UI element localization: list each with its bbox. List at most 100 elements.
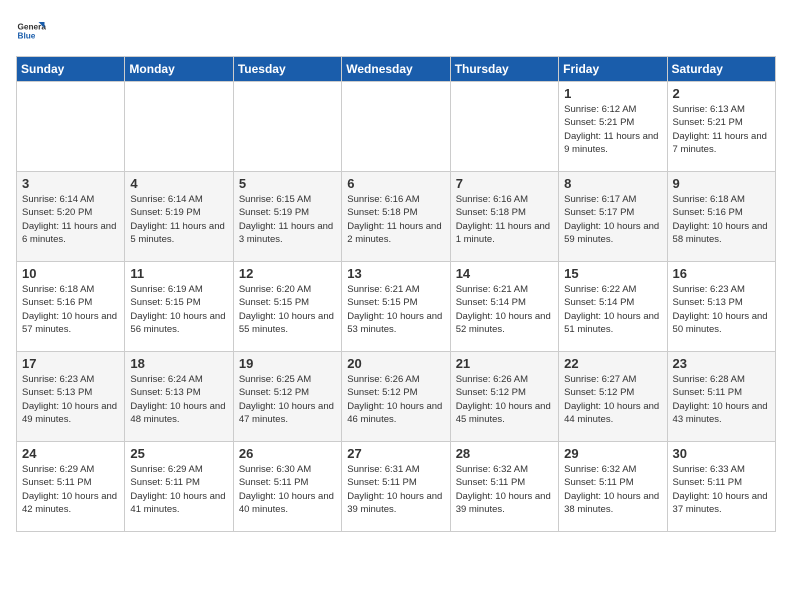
day-number: 21: [456, 356, 553, 371]
calendar-cell: 15Sunrise: 6:22 AM Sunset: 5:14 PM Dayli…: [559, 262, 667, 352]
day-info: Sunrise: 6:12 AM Sunset: 5:21 PM Dayligh…: [564, 103, 661, 156]
calendar-row: 3 Sunrise: 6:14 AM Sunset: 5:20 PM Daylig…: [17, 172, 776, 262]
day-info: Sunrise: 6:16 AM Sunset: 5:18 PM Dayligh…: [456, 193, 553, 246]
calendar-cell: [125, 82, 233, 172]
day-info: Sunrise: 6:27 AM Sunset: 5:12 PM Dayligh…: [564, 373, 661, 426]
day-number: 1: [564, 86, 661, 101]
day-number: 11: [130, 266, 227, 281]
day-info: Sunrise: 6:19 AM Sunset: 5:15 PM Dayligh…: [130, 283, 227, 336]
day-number: 30: [673, 446, 770, 461]
page-header: General Blue: [16, 16, 776, 46]
calendar-cell: 8 Sunrise: 6:17 AM Sunset: 5:17 PM Daylig…: [559, 172, 667, 262]
calendar-cell: [17, 82, 125, 172]
day-info: Sunrise: 6:28 AM Sunset: 5:11 PM Dayligh…: [673, 373, 770, 426]
calendar-cell: 7 Sunrise: 6:16 AM Sunset: 5:18 PM Daylig…: [450, 172, 558, 262]
day-info: Sunrise: 6:33 AM Sunset: 5:11 PM Dayligh…: [673, 463, 770, 516]
calendar-cell: 28 Sunrise: 6:32 AM Sunset: 5:11 PM Dayli…: [450, 442, 558, 532]
day-info: Sunrise: 6:32 AM Sunset: 5:11 PM Dayligh…: [456, 463, 553, 516]
header-day: Sunday: [17, 57, 125, 82]
calendar-cell: [450, 82, 558, 172]
day-number: 24: [22, 446, 119, 461]
day-number: 19: [239, 356, 336, 371]
day-info: Sunrise: 6:23 AM Sunset: 5:13 PM Dayligh…: [22, 373, 119, 426]
day-info: Sunrise: 6:14 AM Sunset: 5:20 PM Dayligh…: [22, 193, 119, 246]
calendar-cell: 25Sunrise: 6:29 AM Sunset: 5:11 PM Dayli…: [125, 442, 233, 532]
day-number: 7: [456, 176, 553, 191]
calendar-cell: 5 Sunrise: 6:15 AM Sunset: 5:19 PM Daylig…: [233, 172, 341, 262]
calendar-cell: 2 Sunrise: 6:13 AM Sunset: 5:21 PM Daylig…: [667, 82, 775, 172]
calendar-cell: 12 Sunrise: 6:20 AM Sunset: 5:15 PM Dayli…: [233, 262, 341, 352]
day-number: 8: [564, 176, 661, 191]
day-info: Sunrise: 6:21 AM Sunset: 5:15 PM Dayligh…: [347, 283, 444, 336]
day-info: Sunrise: 6:15 AM Sunset: 5:19 PM Dayligh…: [239, 193, 336, 246]
header-day: Saturday: [667, 57, 775, 82]
day-info: Sunrise: 6:18 AM Sunset: 5:16 PM Dayligh…: [673, 193, 770, 246]
calendar-cell: 13 Sunrise: 6:21 AM Sunset: 5:15 PM Dayli…: [342, 262, 450, 352]
day-number: 27: [347, 446, 444, 461]
header-day: Friday: [559, 57, 667, 82]
day-number: 16: [673, 266, 770, 281]
day-number: 14: [456, 266, 553, 281]
calendar-cell: 19Sunrise: 6:25 AM Sunset: 5:12 PM Dayli…: [233, 352, 341, 442]
day-number: 17: [22, 356, 119, 371]
day-info: Sunrise: 6:29 AM Sunset: 5:11 PM Dayligh…: [22, 463, 119, 516]
day-number: 6: [347, 176, 444, 191]
calendar-cell: 11 Sunrise: 6:19 AM Sunset: 5:15 PM Dayli…: [125, 262, 233, 352]
calendar-cell: 10 Sunrise: 6:18 AM Sunset: 5:16 PM Dayli…: [17, 262, 125, 352]
header-day: Wednesday: [342, 57, 450, 82]
header-day: Thursday: [450, 57, 558, 82]
svg-text:Blue: Blue: [18, 32, 36, 41]
calendar-cell: 6 Sunrise: 6:16 AM Sunset: 5:18 PM Daylig…: [342, 172, 450, 262]
day-info: Sunrise: 6:30 AM Sunset: 5:11 PM Dayligh…: [239, 463, 336, 516]
day-number: 12: [239, 266, 336, 281]
calendar-row: 24 Sunrise: 6:29 AM Sunset: 5:11 PM Dayli…: [17, 442, 776, 532]
header-day: Tuesday: [233, 57, 341, 82]
calendar-cell: 20 Sunrise: 6:26 AM Sunset: 5:12 PM Dayli…: [342, 352, 450, 442]
day-info: Sunrise: 6:20 AM Sunset: 5:15 PM Dayligh…: [239, 283, 336, 336]
day-number: 20: [347, 356, 444, 371]
logo: General Blue: [16, 16, 50, 46]
calendar-row: 17 Sunrise: 6:23 AM Sunset: 5:13 PM Dayli…: [17, 352, 776, 442]
calendar-cell: 21 Sunrise: 6:26 AM Sunset: 5:12 PM Dayli…: [450, 352, 558, 442]
day-number: 9: [673, 176, 770, 191]
day-info: Sunrise: 6:26 AM Sunset: 5:12 PM Dayligh…: [347, 373, 444, 426]
day-number: 3: [22, 176, 119, 191]
calendar-cell: 17 Sunrise: 6:23 AM Sunset: 5:13 PM Dayli…: [17, 352, 125, 442]
day-info: Sunrise: 6:13 AM Sunset: 5:21 PM Dayligh…: [673, 103, 770, 156]
day-number: 13: [347, 266, 444, 281]
day-info: Sunrise: 6:23 AM Sunset: 5:13 PM Dayligh…: [673, 283, 770, 336]
calendar-cell: 1 Sunrise: 6:12 AM Sunset: 5:21 PM Daylig…: [559, 82, 667, 172]
calendar-cell: 22 Sunrise: 6:27 AM Sunset: 5:12 PM Dayli…: [559, 352, 667, 442]
calendar-cell: 29Sunrise: 6:32 AM Sunset: 5:11 PM Dayli…: [559, 442, 667, 532]
day-number: 23: [673, 356, 770, 371]
calendar-cell: [233, 82, 341, 172]
calendar-cell: 30 Sunrise: 6:33 AM Sunset: 5:11 PM Dayli…: [667, 442, 775, 532]
calendar-row: 1 Sunrise: 6:12 AM Sunset: 5:21 PM Daylig…: [17, 82, 776, 172]
header-day: Monday: [125, 57, 233, 82]
calendar-body: 1 Sunrise: 6:12 AM Sunset: 5:21 PM Daylig…: [17, 82, 776, 532]
day-info: Sunrise: 6:18 AM Sunset: 5:16 PM Dayligh…: [22, 283, 119, 336]
calendar-cell: 27 Sunrise: 6:31 AM Sunset: 5:11 PM Dayli…: [342, 442, 450, 532]
calendar-table: SundayMondayTuesdayWednesdayThursdayFrid…: [16, 56, 776, 532]
calendar-cell: 9 Sunrise: 6:18 AM Sunset: 5:16 PM Daylig…: [667, 172, 775, 262]
day-info: Sunrise: 6:24 AM Sunset: 5:13 PM Dayligh…: [130, 373, 227, 426]
calendar-cell: 23 Sunrise: 6:28 AM Sunset: 5:11 PM Dayli…: [667, 352, 775, 442]
day-number: 2: [673, 86, 770, 101]
calendar-cell: [342, 82, 450, 172]
day-number: 28: [456, 446, 553, 461]
day-info: Sunrise: 6:17 AM Sunset: 5:17 PM Dayligh…: [564, 193, 661, 246]
day-number: 18: [130, 356, 227, 371]
day-number: 10: [22, 266, 119, 281]
day-info: Sunrise: 6:26 AM Sunset: 5:12 PM Dayligh…: [456, 373, 553, 426]
header-row: SundayMondayTuesdayWednesdayThursdayFrid…: [17, 57, 776, 82]
day-number: 22: [564, 356, 661, 371]
day-info: Sunrise: 6:14 AM Sunset: 5:19 PM Dayligh…: [130, 193, 227, 246]
calendar-row: 10 Sunrise: 6:18 AM Sunset: 5:16 PM Dayli…: [17, 262, 776, 352]
day-info: Sunrise: 6:31 AM Sunset: 5:11 PM Dayligh…: [347, 463, 444, 516]
day-number: 26: [239, 446, 336, 461]
day-number: 5: [239, 176, 336, 191]
day-info: Sunrise: 6:16 AM Sunset: 5:18 PM Dayligh…: [347, 193, 444, 246]
calendar-cell: 16 Sunrise: 6:23 AM Sunset: 5:13 PM Dayli…: [667, 262, 775, 352]
day-info: Sunrise: 6:22 AM Sunset: 5:14 PM Dayligh…: [564, 283, 661, 336]
day-number: 29: [564, 446, 661, 461]
